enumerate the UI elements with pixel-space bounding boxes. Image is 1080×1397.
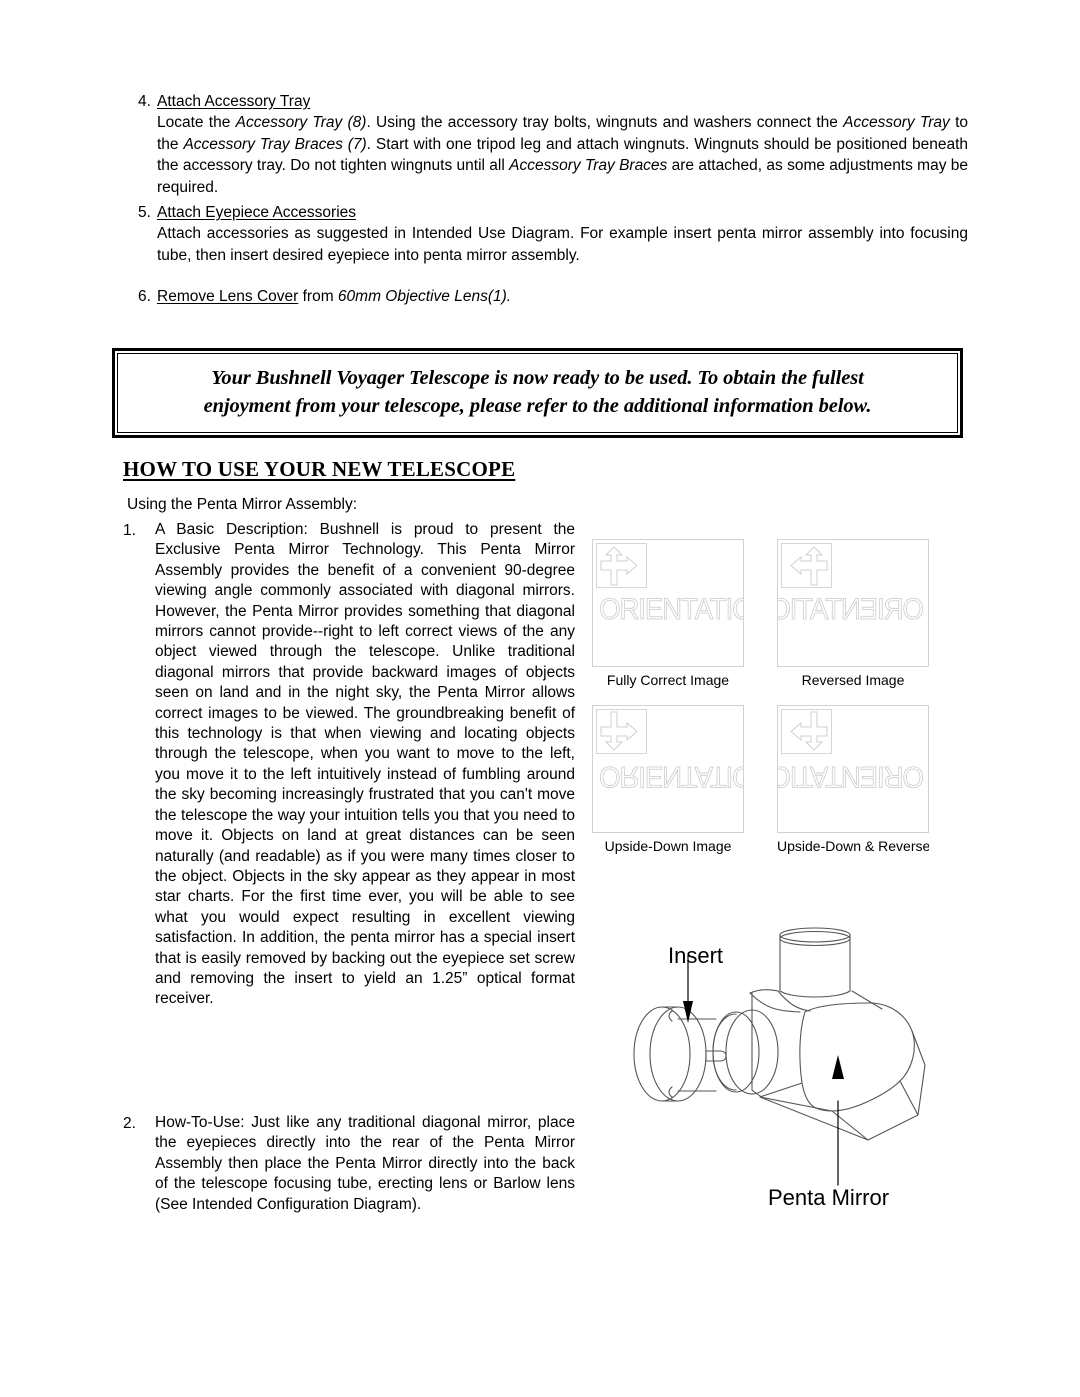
penta-mirror-label: Penta Mirror [768,1185,890,1210]
orientation-image-box-3: ORIENTATION [777,705,929,833]
orientation-word-1: ORIENTATION [778,593,924,627]
section-intro: Using the Penta Mirror Assembly: [127,496,358,513]
callout-line-1: Your Bushnell Voyager Telescope is now r… [211,367,864,389]
orientation-word-3: ORIENTATION [778,760,924,794]
step-6-number: 6. [138,288,151,305]
orientation-caption-3: Upside-Down & Reversed Ima [777,838,929,854]
step-4: 4. Attach Accessory Tray Locate the Acce… [123,91,968,198]
step-6: 6. Remove Lens Cover from 60mm Objective… [123,286,823,307]
callout-inner: Your Bushnell Voyager Telescope is now r… [117,353,958,433]
step-6-middle: from [298,288,338,305]
orientation-caption-1: Reversed Image [801,672,905,688]
step-6-underlined: Remove Lens Cover [157,288,299,305]
document-page: 4. Attach Accessory Tray Locate the Acce… [0,0,1080,1397]
direction-arrow-icon-down-right [596,709,647,754]
insert-label: Insert [668,943,724,968]
penta-mirror-diagram: Insert Penta Mirror [600,915,1000,1255]
orientation-figure-0: ORIENTATION Fully Correct Image [592,539,744,689]
callout-box: Your Bushnell Voyager Telescope is now r… [112,348,963,438]
orientation-caption-0: Fully Correct Image [606,672,730,688]
orientation-figure-1: ORIENTATION Reversed Image [777,539,929,689]
body-item-2-number: 2. [123,1115,136,1132]
body-item-1-number: 1. [123,522,136,539]
body-item-2-text: How-To-Use: Just like any traditional di… [155,1114,575,1213]
orientation-image-box-2: ORIENTATION [592,705,744,833]
step-6-italic: 60mm Objective Lens(1). [337,288,512,305]
orientation-image-box-0: ORIENTATION [592,539,744,667]
step-5-number: 5. [138,204,151,221]
step-6-text: Remove Lens Cover from 60mm Objective Le… [157,286,823,307]
orientation-figure-3: ORIENTATION Upside-Down & Reversed Ima [777,705,929,855]
body-item-2: 2. How-To-Use: Just like any traditional… [123,1113,575,1215]
step-5-text: Attach accessories as suggested in Inten… [157,225,968,264]
body-item-1: 1. A Basic Description: Bushnell is prou… [123,520,575,1010]
callout-line-2: enjoyment from your telescope, please re… [203,395,872,417]
direction-arrow-icon-down-left [781,709,832,754]
body-item-1-text: A Basic Description: Bushnell is proud t… [155,521,575,1008]
section-heading: HOW TO USE YOUR NEW TELESCOPE [123,457,516,481]
step-5-title: Attach Eyepiece Accessories [157,204,357,221]
step-5: 5. Attach Eyepiece Accessories Attach ac… [123,202,968,266]
orientation-figure-2: ORIENTATION Upside-Down Image [592,705,744,855]
direction-arrow-icon-up-right [596,543,647,588]
orientation-image-box-1: ORIENTATION [777,539,929,667]
orientation-caption-2: Upside-Down Image [604,838,732,854]
step-4-title: Attach Accessory Tray [157,93,311,110]
orientation-word-2: ORIENTATION [599,760,743,794]
orientation-word-0: ORIENTATION [599,593,743,627]
step-4-number: 4. [138,93,151,110]
step-4-text: Locate the Accessory Tray (8). Using the… [157,114,969,196]
direction-arrow-icon-up-left [781,543,832,588]
